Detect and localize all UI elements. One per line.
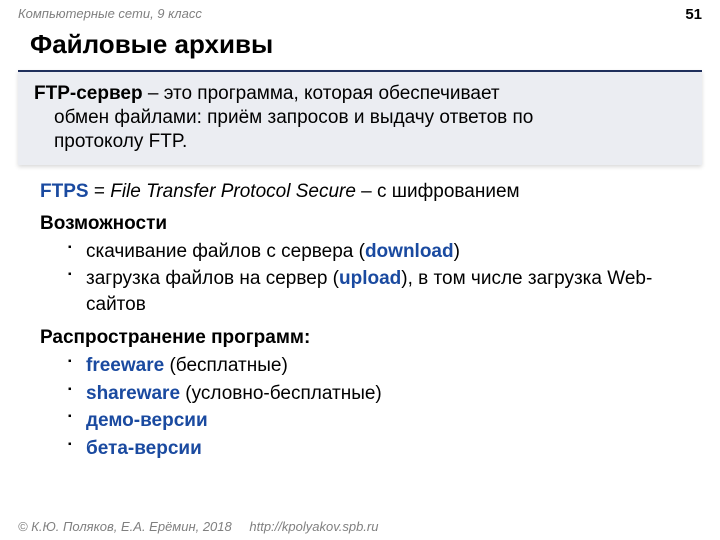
list-item: загрузка файлов на сервер (upload), в то… — [68, 266, 690, 317]
dist-kw-2: демо-версии — [86, 410, 208, 431]
capabilities-heading: Возможности — [40, 211, 690, 237]
dist-post-0: (бесплатные) — [164, 355, 288, 376]
distribution-list: freeware (бесплатные) shareware (условно… — [40, 353, 690, 462]
course-label: Компьютерные сети, 9 класс — [18, 6, 202, 21]
slide-title: Файловые архивы — [0, 23, 720, 70]
cap-kw-1: upload — [339, 268, 401, 289]
list-item: shareware (условно-бесплатные) — [68, 381, 690, 407]
header-row: Компьютерные сети, 9 класс 51 — [0, 0, 720, 23]
cap-kw-0: download — [365, 241, 454, 262]
definition-line1: FTP-сервер – это программа, которая обес… — [34, 82, 686, 106]
definition-line2: обмен файлами: приём запросов и выдачу о… — [34, 106, 686, 130]
list-item: freeware (бесплатные) — [68, 353, 690, 379]
ftps-expansion: File Transfer Protocol Secure — [110, 181, 356, 202]
dist-kw-1: shareware — [86, 383, 180, 404]
ftps-line: FTPS = File Transfer Protocol Secure – с… — [40, 179, 690, 205]
footer: © К.Ю. Поляков, Е.А. Ерёмин, 2018 http:/… — [18, 519, 378, 534]
cap-pre-1: загрузка файлов на сервер ( — [86, 268, 339, 289]
definition-box: FTP-сервер – это программа, которая обес… — [18, 70, 702, 165]
dist-post-1: (условно-бесплатные) — [180, 383, 382, 404]
content-area: FTPS = File Transfer Protocol Secure – с… — [0, 175, 720, 461]
list-item: скачивание файлов с сервера (download) — [68, 239, 690, 265]
definition-rest1: это программа, которая обеспечивает — [164, 83, 500, 104]
list-item: бета-версии — [68, 436, 690, 462]
list-item: демо-версии — [68, 408, 690, 434]
ftps-tail: – с шифрованием — [356, 181, 520, 202]
page-number: 51 — [685, 6, 702, 23]
definition-term: FTP-сервер — [34, 83, 143, 104]
cap-post-0: ) — [454, 241, 460, 262]
ftps-eq: = — [89, 181, 111, 202]
definition-line3: протоколу FTP. — [34, 130, 686, 154]
footer-url: http://kpolyakov.spb.ru — [249, 519, 378, 534]
capabilities-list: скачивание файлов с сервера (download) з… — [40, 239, 690, 318]
cap-pre-0: скачивание файлов с сервера ( — [86, 241, 365, 262]
dist-kw-0: freeware — [86, 355, 164, 376]
distribution-heading: Распространение программ: — [40, 325, 690, 351]
dist-kw-3: бета-версии — [86, 438, 202, 459]
footer-copyright: © К.Ю. Поляков, Е.А. Ерёмин, 2018 — [18, 519, 232, 534]
ftps-abbr: FTPS — [40, 181, 89, 202]
definition-dash: – — [143, 83, 164, 104]
